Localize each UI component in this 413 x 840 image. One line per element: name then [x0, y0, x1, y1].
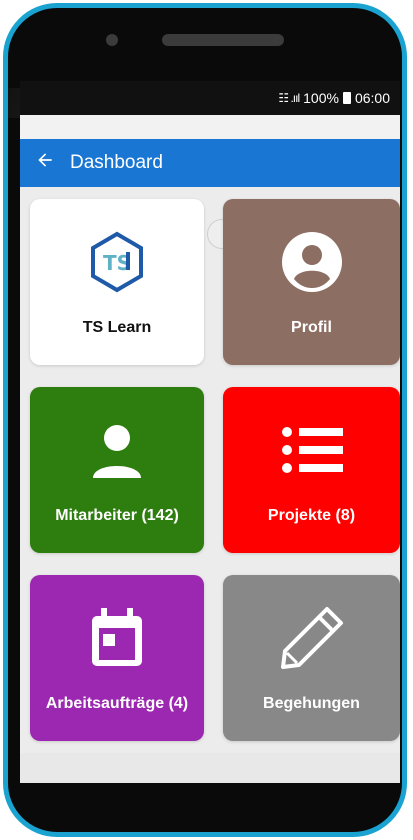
account-circle-icon: [277, 227, 347, 297]
tile-ts-learn[interactable]: TS TS Learn: [30, 199, 204, 365]
tile-profil[interactable]: Profil: [223, 199, 400, 365]
battery-icon: [342, 92, 351, 104]
dashboard-grid: TS TS Learn Profil Mitarbeiter (142) Pro…: [20, 187, 400, 753]
bottom-bar: [20, 753, 400, 783]
tile-begehungen[interactable]: Begehungen: [223, 575, 400, 741]
list-icon: [277, 415, 347, 485]
status-bar: ☷ .ııl 100% 06:00: [20, 81, 400, 115]
tile-label: Arbeitsaufträge (4): [45, 695, 189, 712]
clock: 06:00: [354, 90, 390, 106]
pencil-icon: [277, 603, 347, 673]
tile-arbeitsauftraege[interactable]: Arbeitsaufträge (4): [30, 575, 204, 741]
tile-mitarbeiter[interactable]: Mitarbeiter (142): [30, 387, 204, 553]
tile-projekte[interactable]: Projekte (8): [223, 387, 400, 553]
signal-icon: ☷ .ııl: [278, 91, 300, 105]
top-spacer: [20, 115, 400, 139]
tile-label: TS Learn: [82, 319, 152, 336]
tile-label: Mitarbeiter (142): [55, 507, 179, 524]
page-title: Dashboard: [70, 152, 163, 173]
ts-learn-logo: TS: [82, 227, 152, 297]
arrow-left-icon[interactable]: [20, 150, 70, 176]
tile-label: Projekte (8): [267, 507, 356, 524]
calendar-icon: [82, 603, 152, 673]
battery-percent: 100%: [303, 90, 339, 106]
tile-label: Begehungen: [263, 695, 360, 712]
tile-label: Profil: [291, 319, 332, 336]
app-bar: Dashboard: [20, 139, 400, 187]
earpiece-speaker: [162, 34, 284, 46]
app-screen: ☷ .ııl 100% 06:00 Dashboard TS TS Learn …: [20, 81, 400, 783]
person-icon: [82, 415, 152, 485]
front-camera: [106, 34, 118, 46]
phone-frame: ☷ .ııl 100% 06:00 Dashboard TS TS Learn …: [3, 3, 407, 837]
